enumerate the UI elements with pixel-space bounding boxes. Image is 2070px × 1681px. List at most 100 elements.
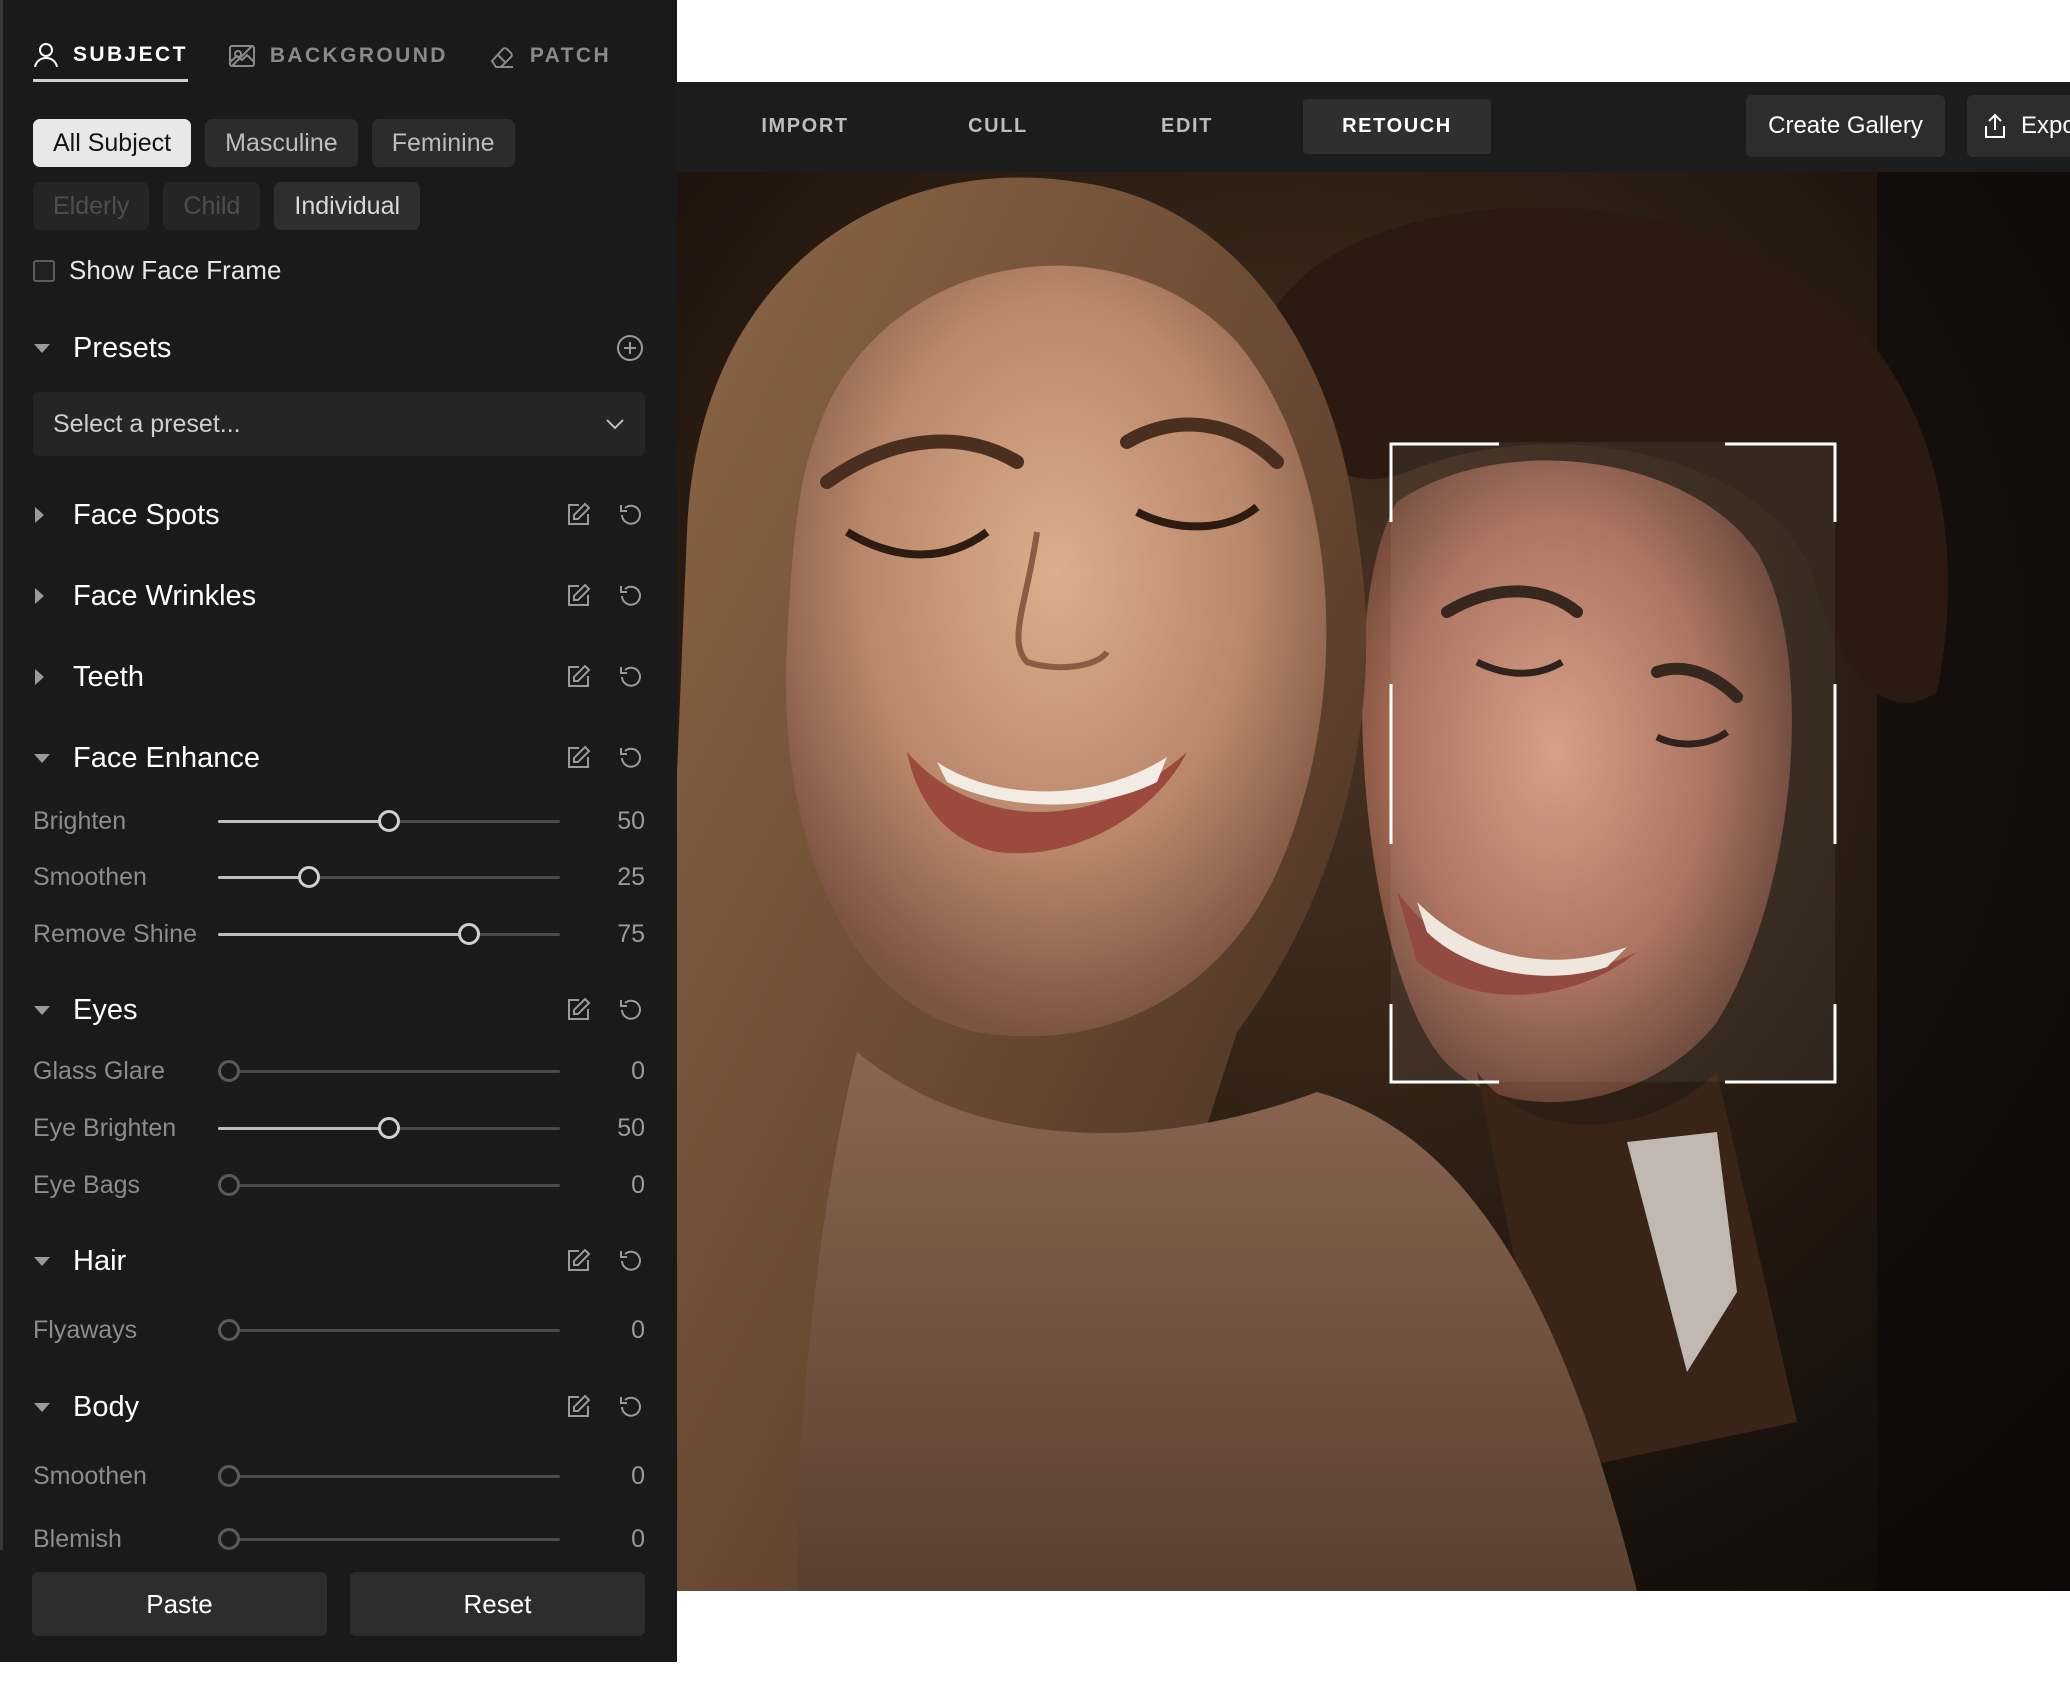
reset-button[interactable]: Reset (350, 1572, 645, 1636)
edit-icon[interactable] (563, 995, 593, 1025)
slider-smoothen-track[interactable] (218, 857, 560, 897)
background-icon (228, 45, 255, 67)
slider-eye-bags-track[interactable] (218, 1165, 560, 1205)
slider-eye-brighten: Eye Brighten 50 (33, 1108, 645, 1148)
slider-smoothen-label: Smoothen (33, 862, 147, 891)
section-hair[interactable]: Hair (33, 1239, 645, 1283)
top-navigation-bar: IMPORT CULL EDIT RETOUCH Create Gallery … (677, 82, 2070, 172)
section-hair-title: Hair (73, 1244, 127, 1277)
slider-smoothen-value: 25 (617, 862, 645, 891)
slider-smoothen-thumb[interactable] (298, 866, 320, 888)
caret-down-icon[interactable] (33, 1255, 73, 1267)
nav-cull[interactable]: CULL (938, 99, 1058, 154)
edit-icon[interactable] (563, 743, 593, 773)
slider-eye-brighten-label: Eye Brighten (33, 1113, 177, 1142)
tab-background[interactable]: BACKGROUND (228, 30, 448, 82)
slider-remove-shine-track[interactable] (218, 914, 560, 954)
section-body-title: Body (73, 1390, 140, 1423)
caret-down-icon[interactable] (33, 1401, 73, 1413)
caret-right-icon[interactable] (33, 587, 73, 605)
slider-flyaways-thumb[interactable] (218, 1319, 240, 1341)
reset-icon[interactable] (615, 662, 645, 692)
tab-patch[interactable]: PATCH (488, 30, 611, 82)
slider-eye-bags-label: Eye Bags (33, 1170, 141, 1199)
slider-eye-brighten-track[interactable] (218, 1108, 560, 1148)
show-face-frame-row[interactable]: Show Face Frame (33, 255, 281, 286)
slider-body-smoothen-thumb[interactable] (218, 1465, 240, 1487)
reset-icon[interactable] (615, 500, 645, 530)
eraser-icon (490, 47, 513, 68)
reset-icon[interactable] (615, 581, 645, 611)
filter-individual[interactable]: Individual (274, 182, 421, 230)
section-presets[interactable]: Presets (33, 326, 645, 370)
show-face-frame-checkbox[interactable] (33, 259, 55, 282)
reset-icon[interactable] (615, 1392, 645, 1422)
chevron-down-icon (606, 419, 624, 430)
nav-retouch[interactable]: RETOUCH (1303, 99, 1491, 154)
export-button-label: Expo (2021, 112, 2070, 139)
show-face-frame-label: Show Face Frame (69, 255, 282, 285)
nav-edit[interactable]: EDIT (1127, 99, 1247, 154)
section-teeth[interactable]: Teeth (33, 655, 645, 699)
filter-masculine[interactable]: Masculine (205, 119, 358, 167)
share-icon (1985, 113, 2005, 138)
caret-down-icon[interactable] (33, 752, 73, 764)
filter-feminine[interactable]: Feminine (371, 119, 515, 167)
preset-select-placeholder: Select a preset... (53, 409, 241, 438)
slider-flyaways-track[interactable] (218, 1310, 560, 1350)
slider-smoothen: Smoothen 25 (33, 857, 645, 897)
edit-icon[interactable] (563, 1392, 593, 1422)
plus-circle-icon[interactable] (615, 333, 645, 363)
retouch-panel: SUBJECT BACKGROUND PATCH All Subject Masc… (0, 0, 677, 1662)
slider-remove-shine-thumb[interactable] (458, 923, 480, 945)
slider-brighten-track[interactable] (218, 801, 560, 841)
reset-icon[interactable] (615, 1246, 645, 1276)
filter-elderly: Elderly (33, 182, 150, 230)
preset-select[interactable]: Select a preset... (33, 392, 645, 456)
slider-glass-glare-thumb[interactable] (218, 1060, 240, 1082)
nav-import[interactable]: IMPORT (745, 99, 865, 154)
face-frame-overlay[interactable] (677, 172, 2070, 1591)
caret-right-icon[interactable] (33, 668, 73, 686)
slider-brighten-label: Brighten (33, 806, 127, 835)
edit-icon[interactable] (563, 1246, 593, 1276)
section-face-enhance[interactable]: Face Enhance (33, 736, 645, 780)
tab-subject[interactable]: SUBJECT (33, 30, 188, 82)
slider-remove-shine: Remove Shine 75 (33, 914, 645, 954)
caret-down-icon[interactable] (33, 1004, 73, 1016)
section-face-spots[interactable]: Face Spots (33, 493, 645, 537)
section-face-wrinkles[interactable]: Face Wrinkles (33, 574, 645, 618)
edit-icon[interactable] (563, 662, 593, 692)
slider-body-smoothen-track[interactable] (218, 1456, 560, 1496)
slider-glass-glare-label: Glass Glare (33, 1056, 165, 1085)
reset-icon[interactable] (615, 743, 645, 773)
filter-all-subject[interactable]: All Subject (33, 119, 192, 167)
tab-subject-label: SUBJECT (73, 42, 188, 66)
caret-down-icon[interactable] (33, 342, 73, 354)
slider-flyaways-label: Flyaways (33, 1315, 138, 1344)
slider-body-smoothen: Smoothen 0 (33, 1456, 645, 1496)
create-gallery-button[interactable]: Create Gallery (1746, 95, 1945, 157)
slider-eye-bags-thumb[interactable] (218, 1174, 240, 1196)
slider-eye-brighten-thumb[interactable] (378, 1117, 400, 1139)
photo-canvas[interactable] (677, 172, 2070, 1591)
edit-icon[interactable] (563, 581, 593, 611)
reset-icon[interactable] (615, 995, 645, 1025)
section-body[interactable]: Body (33, 1385, 645, 1429)
section-eyes[interactable]: Eyes (33, 988, 645, 1032)
person-icon (34, 42, 58, 67)
edit-icon[interactable] (563, 500, 593, 530)
export-button[interactable]: Expo (1967, 95, 2070, 157)
panel-tabs: SUBJECT BACKGROUND PATCH (33, 30, 651, 82)
slider-eye-bags-value: 0 (631, 1170, 645, 1199)
slider-blemish-thumb[interactable] (218, 1528, 240, 1550)
slider-body-smoothen-value: 0 (631, 1461, 645, 1490)
caret-right-icon[interactable] (33, 506, 73, 524)
section-presets-title: Presets (73, 331, 172, 364)
slider-flyaways: Flyaways 0 (33, 1310, 645, 1350)
subject-filter-row-2: Elderly Child Individual (33, 182, 434, 230)
panel-border (0, 0, 3, 1550)
slider-brighten-thumb[interactable] (378, 810, 400, 832)
slider-glass-glare-track[interactable] (218, 1051, 560, 1091)
paste-button[interactable]: Paste (32, 1572, 327, 1636)
